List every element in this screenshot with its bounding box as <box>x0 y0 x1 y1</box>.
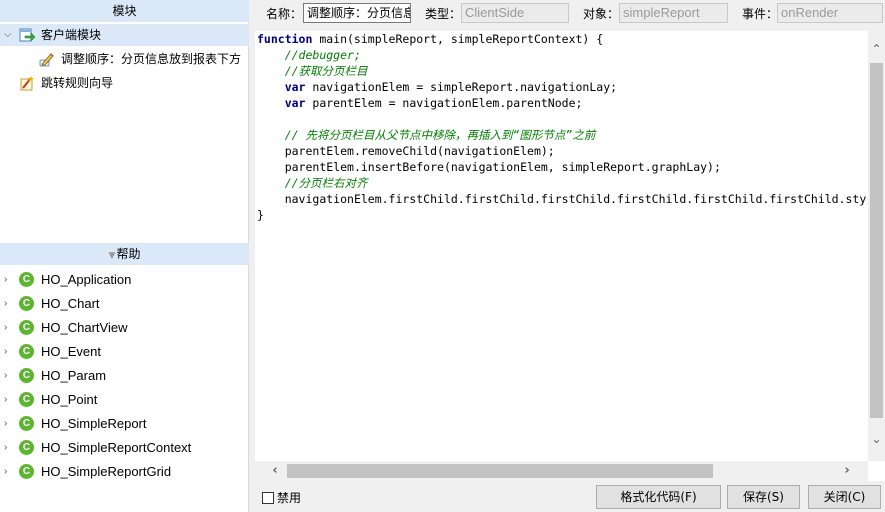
tree-item-adjust-order-label: 调整顺序：分页信息放到报表下方 <box>61 52 242 66</box>
object-field: simpleReport <box>619 3 728 23</box>
help-header-label: 帮助 <box>116 247 141 261</box>
wizard-icon <box>20 76 34 91</box>
scroll-down-icon[interactable]: ⌄ <box>868 429 885 449</box>
code-editor[interactable]: function main(simpleReport, simpleReport… <box>255 31 885 481</box>
modules-header-label: 模块 <box>112 4 137 18</box>
help-item-label: HO_Chart <box>41 296 100 311</box>
class-c-icon: C <box>19 392 34 407</box>
tree-item-jump-wizard[interactable]: 跳转规则向导 <box>0 72 249 94</box>
event-field: onRender <box>777 3 883 23</box>
code-line: parentElem.insertBefore(navigationElem, … <box>284 160 721 174</box>
class-c-icon: C <box>19 368 34 383</box>
help-item[interactable]: › C HO_SimpleReportContext <box>0 436 249 460</box>
chevron-right-icon[interactable]: › <box>4 412 7 436</box>
help-item[interactable]: › C HO_Event <box>0 340 249 364</box>
help-item[interactable]: › C HO_Application <box>0 268 249 292</box>
help-item[interactable]: › C HO_SimpleReportGrid <box>0 460 249 484</box>
code-line: parentElem.removeChild(navigationElem); <box>284 144 555 158</box>
vertical-scroll-thumb[interactable] <box>870 63 883 418</box>
disable-label: 禁用 <box>277 491 302 505</box>
tree-item-client-module-label: 客户端模块 <box>41 28 102 42</box>
code-line: //debugger; <box>284 48 361 62</box>
class-c-icon: C <box>19 440 34 455</box>
class-c-icon: C <box>19 464 34 479</box>
code-line: //分页栏右对齐 <box>284 176 368 190</box>
chevron-right-icon[interactable]: › <box>4 268 7 292</box>
chevron-right-icon[interactable]: › <box>4 388 7 412</box>
script-pencil-icon <box>39 53 54 67</box>
tree-item-jump-wizard-label: 跳转规则向导 <box>41 76 114 90</box>
save-button[interactable]: 保存(S) <box>727 485 800 509</box>
help-item-label: HO_SimpleReportGrid <box>41 464 172 479</box>
code-line: var navigationElem = simpleReport.naviga… <box>284 80 618 94</box>
code-line: navigationElem.firstChild.firstChild.fir… <box>284 192 867 206</box>
help-item-label: HO_Event <box>41 344 101 359</box>
help-item-label: HO_Point <box>41 392 98 407</box>
chevron-down-icon[interactable]: ⌵ <box>4 24 12 46</box>
chevron-right-icon[interactable]: › <box>4 460 7 484</box>
help-item-label: HO_SimpleReport <box>41 416 147 431</box>
help-item-label: HO_ChartView <box>41 320 128 335</box>
tree-item-adjust-order[interactable]: 调整顺序：分页信息放到报表下方 <box>0 48 249 70</box>
help-header: ▼帮助 <box>0 243 249 265</box>
format-code-button[interactable]: 格式化代码(F) <box>596 485 721 509</box>
type-label: 类型： <box>425 7 462 21</box>
chevron-right-icon[interactable]: › <box>4 316 7 340</box>
scroll-up-icon[interactable]: ⌃ <box>868 39 885 59</box>
modules-header: 模块 <box>0 0 249 22</box>
module-arrow-icon <box>19 28 35 42</box>
code-line: } <box>257 208 264 222</box>
class-c-icon: C <box>19 296 34 311</box>
event-label: 事件： <box>742 7 779 21</box>
help-item[interactable]: › C HO_ChartView <box>0 316 249 340</box>
close-button[interactable]: 关闭(C) <box>808 485 881 509</box>
help-collapse-icon[interactable]: ▼ <box>109 251 116 261</box>
chevron-right-icon[interactable]: › <box>4 436 7 460</box>
class-c-icon: C <box>19 344 34 359</box>
disable-checkbox[interactable] <box>262 492 274 504</box>
code-line: // 先将分页栏目从父节点中移除，再插入到“图形节点”之前 <box>284 128 596 142</box>
help-item-label: HO_Application <box>41 272 132 287</box>
name-label: 名称： <box>266 7 303 21</box>
class-c-icon: C <box>19 272 34 287</box>
code-line: //获取分页栏目 <box>284 64 368 78</box>
tree-item-client-module[interactable]: ⌵ 客户端模块 <box>0 24 249 46</box>
help-item-label: HO_SimpleReportContext <box>41 440 192 455</box>
name-input[interactable]: 调整顺序：分页信息放到报表下方 <box>303 3 411 23</box>
chevron-right-icon[interactable]: › <box>4 340 7 364</box>
scroll-right-icon[interactable]: › <box>837 461 857 481</box>
chevron-right-icon[interactable]: › <box>4 292 7 316</box>
chevron-right-icon[interactable]: › <box>4 364 7 388</box>
help-list: › C HO_Application › C HO_Chart › C HO_C… <box>0 268 249 484</box>
code-line: function main(simpleReport, simpleReport… <box>257 32 604 46</box>
left-panel: 模块 ⌵ 客户端模块 调整顺序：分页信息放到报表下方 跳转规则向导 ▼帮助 › <box>0 0 249 512</box>
scroll-left-icon[interactable]: ‹ <box>265 461 285 481</box>
code-line: var parentElem = navigationElem.parentNo… <box>284 96 583 110</box>
vertical-scrollbar[interactable]: ⌃ ⌄ <box>868 31 885 461</box>
class-c-icon: C <box>19 320 34 335</box>
help-item[interactable]: › C HO_SimpleReport <box>0 412 249 436</box>
horizontal-scrollbar[interactable]: ‹ › <box>255 461 868 481</box>
class-c-icon: C <box>19 416 34 431</box>
code-text[interactable]: function main(simpleReport, simpleReport… <box>257 31 867 461</box>
help-item-label: HO_Param <box>41 368 107 383</box>
help-item[interactable]: › C HO_Param <box>0 364 249 388</box>
horizontal-scroll-thumb[interactable] <box>287 464 713 478</box>
object-label: 对象： <box>583 7 620 21</box>
type-field: ClientSide <box>461 3 569 23</box>
help-item[interactable]: › C HO_Chart <box>0 292 249 316</box>
help-item[interactable]: › C HO_Point <box>0 388 249 412</box>
